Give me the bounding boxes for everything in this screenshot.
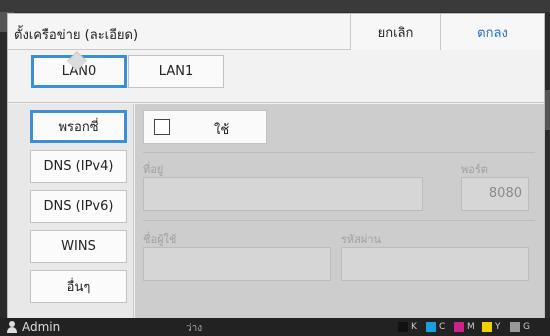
background-header [0, 0, 550, 12]
dialog-title: ตั้งเครือข่าย (ละเอียด) [14, 28, 139, 43]
cancel-button[interactable]: ยกเลิก [350, 14, 440, 50]
password-label: รหัสผ่าน [341, 233, 382, 246]
ink-g: G [510, 322, 530, 332]
use-proxy-toggle[interactable]: ใช้ [143, 110, 267, 144]
sidebar-item-dns-ipv6[interactable]: DNS (IPv6) [30, 190, 127, 223]
sidebar-item-proxy[interactable]: พรอกซี่ [30, 110, 127, 143]
port-label: พอร์ต [461, 163, 488, 176]
ink-g-swatch [510, 322, 520, 332]
sidebar-item-dns-ipv4[interactable]: DNS (IPv4) [30, 150, 127, 183]
user-name: Admin [22, 320, 61, 334]
use-proxy-label: ใช้ [214, 123, 230, 138]
tab-lan1[interactable]: LAN1 [128, 55, 224, 88]
ink-c-label: C [439, 322, 446, 332]
dialog-header: ตั้งเครือข่าย (ละเอียด) ยกเลิก ตกลง [8, 14, 544, 50]
divider [143, 152, 535, 153]
address-input[interactable] [143, 177, 423, 211]
sidebar-item-other[interactable]: อื่นๆ [30, 270, 127, 303]
user-icon [6, 321, 18, 333]
ink-c-swatch [426, 322, 436, 332]
sidebar-item-wins[interactable]: WINS [30, 230, 127, 263]
network-settings-dialog: ตั้งเครือข่าย (ละเอียด) ยกเลิก ตกลง LAN0… [7, 13, 545, 324]
username-input[interactable] [143, 247, 331, 281]
ink-g-label: G [523, 322, 530, 332]
address-label: ที่อยู่ [143, 163, 164, 176]
ink-y: Y [482, 322, 501, 332]
user-indicator[interactable]: Admin [6, 320, 60, 334]
password-input[interactable] [341, 247, 529, 281]
ink-y-swatch [482, 322, 492, 332]
port-input[interactable]: 8080 [461, 177, 529, 211]
ink-k: K [398, 322, 417, 332]
lan-tabs: LAN0 LAN1 [8, 51, 544, 103]
ink-m-label: M [467, 322, 475, 332]
ink-m-swatch [454, 322, 464, 332]
proxy-settings-panel: ใช้ ที่อยู่ พอร์ต 8080 ชื่อผู้ใช้ รหัสผ่… [135, 104, 544, 324]
divider [143, 220, 535, 221]
ink-k-label: K [411, 322, 417, 332]
use-proxy-checkbox[interactable] [154, 119, 170, 135]
status-bar: Admin ว่าง K C M Y G [0, 318, 550, 336]
ink-m: M [454, 322, 475, 332]
printer-status: ว่าง [186, 323, 203, 334]
ink-k-swatch [398, 322, 408, 332]
settings-sidebar: พรอกซี่ DNS (IPv4) DNS (IPv6) WINS อื่นๆ [8, 104, 134, 324]
username-label: ชื่อผู้ใช้ [143, 233, 177, 246]
ok-button[interactable]: ตกลง [440, 14, 544, 50]
ink-y-label: Y [495, 322, 501, 332]
ink-c: C [426, 322, 445, 332]
